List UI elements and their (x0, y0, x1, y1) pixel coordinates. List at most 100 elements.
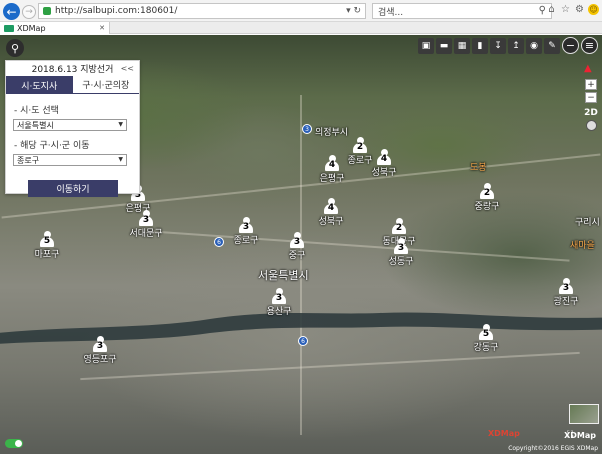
candidate-marker[interactable]: 2 중랑구 (475, 183, 499, 212)
map-search-button[interactable]: ⚲ (6, 39, 24, 57)
road-line (80, 351, 580, 381)
person-icon: 3 (290, 232, 304, 248)
highway-shield-icon: 3 (302, 124, 312, 134)
panel-title-text: 2018.6.13 지방선거 (31, 65, 114, 75)
move-button[interactable]: 이동하기 (28, 180, 118, 197)
url-text: http://salbupi.com:180601/ (55, 6, 178, 16)
person-icon: 5 (40, 231, 54, 247)
person-icon: 3 (559, 278, 573, 294)
zoom-control: + − (585, 79, 597, 103)
district-label: - 해당 구·시·군 이동 (14, 141, 90, 151)
candidate-marker[interactable]: 3 종로구 (234, 217, 258, 246)
search-icon[interactable]: ⚲ (539, 5, 546, 16)
search-placeholder: 검색... (378, 7, 404, 18)
person-icon: 3 (93, 336, 107, 352)
highway-shield-icon: 6 (298, 336, 308, 346)
tab-district-head[interactable]: 구·시·군의장 (72, 76, 139, 94)
candidate-marker[interactable]: 2 종로구 (348, 137, 372, 166)
home-icon[interactable]: ⌂ (546, 4, 557, 15)
panel-title: 2018.6.13 지방선거 << (6, 61, 139, 76)
minimap[interactable] (569, 404, 599, 424)
upload-icon[interactable]: ↥ (508, 37, 524, 54)
chevron-down-icon: ▼ (118, 121, 123, 128)
star-icon[interactable]: ☆ (560, 4, 571, 15)
tab-title: XDMap (17, 23, 46, 33)
compass-icon[interactable]: ▲ (584, 63, 596, 75)
person-icon: 2 (353, 137, 367, 153)
road-line (300, 95, 302, 435)
place-label: 새마을 (570, 241, 595, 251)
tab-xdmap[interactable]: XDMap ✕ (0, 22, 110, 34)
browser-window: ← → http://salbupi.com:180601/ ▾ ↻ 검색...… (0, 0, 602, 454)
person-icon: 3 (394, 238, 408, 254)
province-select[interactable]: 서울특별시 ▼ (13, 119, 127, 131)
candidate-marker[interactable]: 5 마포구 (35, 231, 59, 260)
back-arrow-icon: ← (6, 4, 17, 19)
person-icon: 4 (325, 155, 339, 171)
map-toolbar: ▣ ▬ ▦ ▮ ↧ ↥ ◉ ✎ − ≡ (418, 37, 598, 54)
person-icon: 3 (239, 217, 253, 233)
tab-bar: XDMap ✕ (0, 22, 602, 34)
forward-button[interactable]: → (22, 5, 36, 19)
candidate-marker[interactable]: 3 용산구 (267, 288, 291, 317)
globe-icon[interactable] (586, 120, 597, 131)
person-icon: 4 (377, 149, 391, 165)
collapse-button[interactable]: << (121, 64, 134, 73)
edit-icon[interactable]: ✎ (544, 37, 560, 54)
building-icon[interactable]: ▦ (454, 37, 470, 54)
url-input[interactable]: http://salbupi.com:180601/ ▾ ↻ (38, 3, 366, 19)
tab-mayor[interactable]: 시·도지사 (6, 76, 73, 94)
download-icon[interactable]: ↧ (490, 37, 506, 54)
xdmap-logo: XDMap (488, 429, 520, 438)
candidate-marker[interactable]: 3 서대문구 (129, 210, 163, 239)
layer-toggle[interactable] (5, 439, 23, 448)
favicon-icon (43, 7, 51, 15)
candidate-marker[interactable]: 3 중구 (287, 232, 307, 261)
candidate-marker[interactable]: 3 광진구 (554, 278, 578, 307)
district-value: 종로구 (17, 155, 40, 165)
person-icon: 4 (324, 198, 338, 214)
zoom-out-icon[interactable]: − (585, 92, 597, 103)
gear-icon[interactable]: ⚙ (574, 4, 585, 15)
place-label: 구리시 (575, 218, 600, 228)
zoom-out-button[interactable]: − (562, 37, 579, 54)
city-label: 서울특별시 (258, 269, 309, 282)
browser-search-input[interactable]: 검색... ⚲ (372, 3, 552, 19)
chevron-down-icon: ▼ (118, 156, 123, 163)
view-mode-2d[interactable]: 2D (583, 108, 599, 118)
person-icon: 2 (392, 218, 406, 234)
candidate-marker[interactable]: 3 영등포구 (83, 336, 117, 365)
bookmark-icon[interactable]: ▮ (472, 37, 488, 54)
close-tab-icon[interactable]: ✕ (99, 24, 105, 32)
xdmap-brand: XDMap (564, 431, 596, 440)
person-icon: 2 (480, 183, 494, 199)
zoom-in-icon[interactable]: + (585, 79, 597, 90)
candidate-marker[interactable]: 5 강동구 (474, 324, 498, 353)
highway-shield-icon: 6 (214, 237, 224, 247)
layer-icon[interactable]: ▣ (418, 37, 434, 54)
candidate-marker[interactable]: 3 성동구 (389, 238, 413, 267)
panel-tabs: 시·도지사 구·시·군의장 (6, 76, 139, 94)
browser-toolbar: ⌂ ☆ ⚙ ☺ (546, 4, 599, 15)
person-icon: 3 (139, 210, 153, 226)
candidate-marker[interactable]: 4 성북구 (372, 149, 396, 178)
smiley-icon[interactable]: ☺ (588, 4, 599, 15)
place-label: 도봉 (470, 163, 487, 173)
back-button[interactable]: ← (3, 3, 20, 20)
district-select[interactable]: 종로구 ▼ (13, 154, 127, 166)
refresh-icon[interactable]: ▾ ↻ (346, 6, 361, 16)
province-label: - 시·도 선택 (14, 106, 59, 116)
province-value: 서울특별시 (17, 120, 54, 130)
address-bar: ← → http://salbupi.com:180601/ ▾ ↻ 검색...… (0, 0, 602, 22)
candidate-marker[interactable]: 4 성북구 (319, 198, 343, 227)
person-icon: 3 (272, 288, 286, 304)
place-label: 의정부시 (315, 128, 349, 138)
road-line (150, 230, 570, 262)
screen-icon[interactable]: ▬ (436, 37, 452, 54)
menu-button[interactable]: ≡ (581, 37, 598, 54)
map-viewport[interactable]: ⚲ ▣ ▬ ▦ ▮ ↧ ↥ ◉ ✎ − ≡ ▲ + − 2D 의정부시 도봉 구… (0, 35, 602, 454)
election-panel: 2018.6.13 지방선거 << 시·도지사 구·시·군의장 - 시·도 선택… (5, 60, 140, 197)
xdmap-tab-icon (4, 24, 14, 32)
candidate-marker[interactable]: 4 은평구 (320, 155, 344, 184)
camera-icon[interactable]: ◉ (526, 37, 542, 54)
